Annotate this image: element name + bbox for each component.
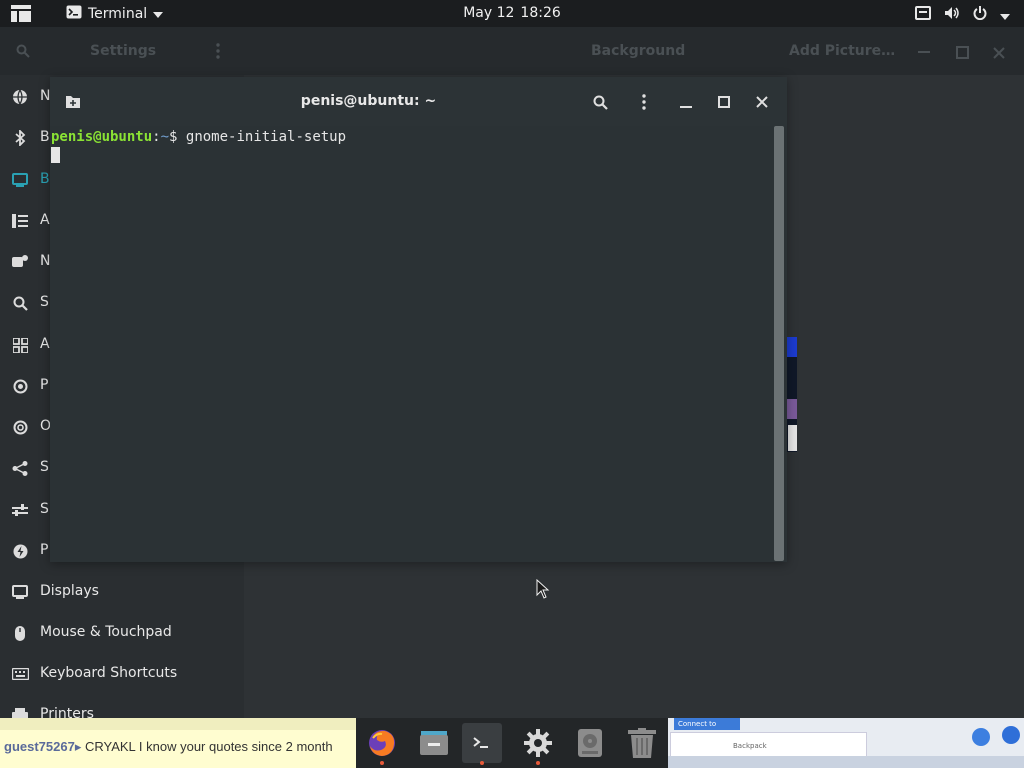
files-icon[interactable]	[414, 723, 454, 763]
terminal-window[interactable]: penis@ubuntu: ~ penis@ubuntu:~$ gnome-in…	[50, 77, 787, 562]
sidebar-item-displays[interactable]: Displays	[0, 572, 244, 612]
system-tray[interactable]	[915, 5, 1010, 24]
prompt-user: penis@ubuntu	[51, 129, 153, 145]
chevron-down-icon[interactable]	[1000, 5, 1010, 24]
chat-user: guest75267	[4, 739, 75, 754]
online-accounts-icon	[11, 418, 29, 436]
sidebar-item-label: S	[40, 459, 49, 475]
sidebar-item-label: N	[40, 88, 51, 104]
sidebar-item-label: P	[40, 377, 49, 393]
settings-icon[interactable]	[518, 723, 558, 765]
sidebar-item-label: S	[40, 294, 49, 310]
search-icon[interactable]	[16, 43, 30, 62]
sidebar-item-label: B	[40, 171, 50, 187]
displays-icon	[11, 583, 29, 601]
prompt-separator: :	[152, 129, 161, 145]
mouse-icon	[11, 624, 29, 642]
chat-text: CRYAKL I know your quotes since 2 month	[84, 739, 333, 754]
clock[interactable]: May 12 18:26	[0, 5, 1024, 21]
maximize-icon[interactable]	[956, 46, 969, 59]
top-bar: Terminal May 12 18:26	[0, 0, 1024, 27]
menu-icon[interactable]	[634, 92, 654, 112]
search-icon	[11, 294, 29, 312]
minimize-icon[interactable]	[676, 92, 696, 112]
sidebar-item-label: A	[40, 336, 50, 352]
minimize-icon[interactable]	[918, 51, 930, 53]
remote-app-icon	[1002, 726, 1020, 744]
network-icon	[11, 88, 29, 106]
remote-app-icon	[972, 728, 990, 746]
connect-button: Connect to Discord	[674, 718, 740, 740]
running-indicator	[480, 761, 484, 765]
chat-message: guest75267▸ CRYAKL I know your quotes si…	[4, 739, 333, 754]
applications-icon	[11, 336, 29, 354]
add-picture-button[interactable]: Add Picture…	[789, 43, 895, 59]
settings-title: Settings	[90, 43, 157, 59]
running-indicator	[380, 761, 384, 765]
terminal-scrollbar[interactable]	[771, 126, 787, 562]
sound-icon	[11, 501, 29, 519]
mouse-pointer-icon	[536, 578, 550, 603]
power-icon	[11, 542, 29, 560]
command-text: gnome-initial-setup	[185, 129, 347, 145]
remote-taskbar	[668, 756, 1024, 768]
search-icon[interactable]	[590, 92, 610, 112]
sidebar-item-label: B	[40, 129, 50, 145]
prompt-path: ~	[160, 129, 170, 145]
sidebar-item-mouse[interactable]: Mouse & Touchpad	[0, 613, 244, 653]
text-cursor	[51, 147, 60, 163]
volume-icon[interactable]	[944, 5, 960, 24]
disks-icon[interactable]	[570, 723, 610, 763]
running-indicator	[536, 761, 540, 765]
terminal-icon[interactable]	[462, 723, 502, 765]
terminal-line: penis@ubuntu:~$ gnome-initial-setup	[51, 129, 346, 145]
menu-icon[interactable]	[216, 43, 220, 63]
notifications-icon	[11, 253, 29, 271]
remote-view-overlay: Connect to Discord Backpack	[668, 718, 1024, 768]
background-icon	[11, 171, 29, 189]
sidebar-item-label: A	[40, 212, 50, 228]
trash-icon[interactable]	[622, 723, 662, 763]
panel-title: Background	[591, 43, 686, 59]
sharing-icon	[11, 459, 29, 477]
firefox-icon[interactable]	[362, 723, 402, 765]
chat-topline	[0, 718, 357, 730]
date-label: May 12	[463, 5, 515, 21]
time-label: 18:26	[520, 5, 561, 21]
keyboard-icon	[11, 665, 29, 683]
sidebar-item-label: S	[40, 501, 49, 517]
power-icon[interactable]	[973, 5, 987, 24]
close-icon[interactable]	[993, 44, 1005, 63]
chat-overlay: guest75267▸ CRYAKL I know your quotes si…	[0, 718, 357, 768]
close-icon[interactable]	[752, 92, 772, 112]
sidebar-item-keyboard[interactable]: Keyboard Shortcuts	[0, 654, 244, 694]
appearance-icon	[11, 212, 29, 230]
settings-header: Settings Background Add Picture…	[0, 27, 1024, 75]
terminal-output[interactable]: penis@ubuntu:~$ gnome-initial-setup	[50, 126, 771, 562]
bluetooth-icon	[11, 129, 29, 147]
dock	[356, 718, 668, 768]
sidebar-item-label: Keyboard Shortcuts	[40, 665, 178, 681]
scrollbar-thumb[interactable]	[774, 126, 784, 561]
sidebar-item-label: Displays	[40, 583, 99, 599]
terminal-titlebar[interactable]: penis@ubuntu: ~	[50, 77, 787, 126]
keyboard-tray-icon[interactable]	[915, 5, 931, 24]
remote-window: Backpack	[670, 732, 867, 758]
sidebar-item-label: Mouse & Touchpad	[40, 624, 172, 640]
prompt-symbol: $	[169, 129, 186, 145]
remote-search-text: Backpack	[733, 742, 767, 750]
sidebar-item-label: P	[40, 542, 49, 558]
privacy-icon	[11, 377, 29, 395]
maximize-icon[interactable]	[714, 92, 734, 112]
sidebar-item-label: N	[40, 253, 51, 269]
